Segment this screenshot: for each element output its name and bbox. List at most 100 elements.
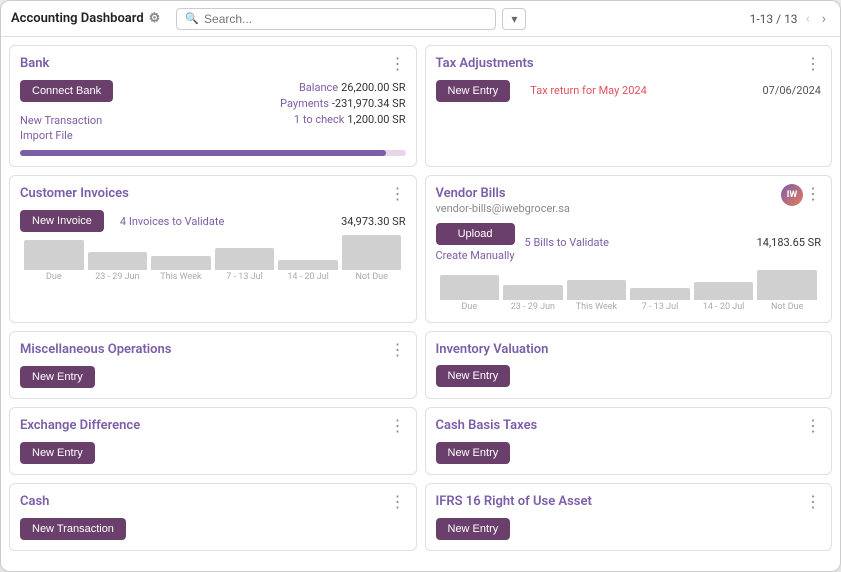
bar-due-fill bbox=[24, 240, 84, 270]
prev-page-button[interactable]: ‹ bbox=[802, 9, 814, 29]
bank-menu-icon[interactable]: ⋮ bbox=[390, 56, 406, 72]
vendor-bills-card: Vendor Bills vendor-bills@iwebgrocer.sa … bbox=[425, 175, 833, 323]
bar-thisweek-label: This Week bbox=[160, 272, 201, 282]
vendor-left: Upload Create Manually bbox=[436, 223, 515, 262]
new-transaction-link[interactable]: New Transaction bbox=[20, 114, 113, 127]
connect-bank-button[interactable]: Connect Bank bbox=[20, 80, 113, 102]
pagination: 1-13 / 13 ‹ › bbox=[750, 9, 830, 29]
payments-label[interactable]: Payments bbox=[280, 97, 329, 110]
inventory-card-header: Inventory Valuation bbox=[436, 342, 822, 357]
bar-notdue-label: Not Due bbox=[355, 272, 387, 282]
exchange-difference-card: Exchange Difference ⋮ New Entry bbox=[9, 407, 417, 475]
cash-card: Cash ⋮ New Transaction bbox=[9, 483, 417, 551]
misc-new-entry-button[interactable]: New Entry bbox=[20, 366, 95, 388]
cash-basis-menu-icon[interactable]: ⋮ bbox=[805, 418, 821, 434]
inventory-valuation-card: Inventory Valuation New Entry bbox=[425, 331, 833, 399]
bank-stats: Balance 26,200.00 SR Payments -231,970.3… bbox=[280, 80, 405, 126]
cash-new-transaction-button[interactable]: New Transaction bbox=[20, 518, 126, 540]
cash-basis-new-entry-button[interactable]: New Entry bbox=[436, 442, 511, 464]
invoices-title: Customer Invoices bbox=[20, 186, 129, 201]
misc-title: Miscellaneous Operations bbox=[20, 342, 172, 357]
vbar-thisweek-label: This Week bbox=[576, 302, 617, 312]
tax-menu-icon[interactable]: ⋮ bbox=[805, 56, 821, 72]
create-manually-link[interactable]: Create Manually bbox=[436, 249, 515, 262]
search-dropdown[interactable]: ▾ bbox=[502, 8, 526, 30]
bank-body: Connect Bank New Transaction Import File… bbox=[20, 80, 406, 142]
vbar-jul1: 7 - 13 Jul bbox=[630, 288, 690, 312]
ifrs-new-entry-button[interactable]: New Entry bbox=[436, 518, 511, 540]
ifrs-card: IFRS 16 Right of Use Asset ⋮ New Entry bbox=[425, 483, 833, 551]
misc-operations-card: Miscellaneous Operations ⋮ New Entry bbox=[9, 331, 417, 399]
upload-button[interactable]: Upload bbox=[436, 223, 515, 245]
exchange-card-header: Exchange Difference ⋮ bbox=[20, 418, 406, 434]
vendor-validate-link[interactable]: 5 Bills to Validate bbox=[525, 236, 609, 249]
vbar-jun-fill bbox=[503, 285, 563, 300]
bar-jul2: 14 - 20 Jul bbox=[278, 260, 338, 282]
vbar-jul2-fill bbox=[694, 282, 754, 300]
tax-alert-date: 07/06/2024 bbox=[762, 84, 821, 97]
vendor-menu-icon[interactable]: ⋮ bbox=[805, 186, 821, 202]
invoices-validate-link[interactable]: 4 Invoices to Validate bbox=[120, 215, 224, 228]
bar-jun-label: 23 - 29 Jun bbox=[95, 272, 139, 282]
cash-menu-icon[interactable]: ⋮ bbox=[390, 494, 406, 510]
search-bar: 🔍 bbox=[176, 8, 496, 30]
page-count: 1-13 / 13 bbox=[750, 12, 798, 26]
tax-alert-row: Tax return for May 2024 07/06/2024 bbox=[530, 84, 821, 97]
misc-menu-icon[interactable]: ⋮ bbox=[390, 342, 406, 358]
gear-icon[interactable]: ⚙ bbox=[149, 11, 161, 26]
tax-alert-area: Tax return for May 2024 07/06/2024 bbox=[530, 80, 821, 97]
bar-notdue-fill bbox=[342, 235, 402, 270]
title-text: Accounting Dashboard bbox=[11, 11, 144, 26]
bank-title: Bank bbox=[20, 56, 49, 71]
main-content: Bank ⋮ Connect Bank New Transaction Impo… bbox=[1, 37, 840, 571]
next-page-button[interactable]: › bbox=[818, 9, 830, 29]
bar-jun-fill bbox=[88, 252, 148, 270]
vbar-due: Due bbox=[440, 275, 500, 312]
vbar-jul1-label: 7 - 13 Jul bbox=[642, 302, 678, 312]
avatar: IW bbox=[781, 184, 803, 206]
inventory-title: Inventory Valuation bbox=[436, 342, 549, 357]
tax-new-entry-button[interactable]: New Entry bbox=[436, 80, 511, 102]
vendor-title-area: Vendor Bills vendor-bills@iwebgrocer.sa bbox=[436, 186, 570, 215]
bar-jul2-label: 14 - 20 Jul bbox=[287, 272, 329, 282]
to-check-label[interactable]: 1 to check bbox=[294, 113, 344, 126]
tax-card-header: Tax Adjustments ⋮ bbox=[436, 56, 822, 72]
invoices-body: New Invoice 4 Invoices to Validate 34,97… bbox=[20, 210, 406, 232]
inventory-new-entry-button[interactable]: New Entry bbox=[436, 365, 511, 387]
bar-jul1-label: 7 - 13 Jul bbox=[226, 272, 262, 282]
bar-jul2-fill bbox=[278, 260, 338, 270]
bank-card: Bank ⋮ Connect Bank New Transaction Impo… bbox=[9, 45, 417, 167]
vbar-thisweek: This Week bbox=[567, 280, 627, 312]
bar-jun: 23 - 29 Jun bbox=[88, 252, 148, 282]
vbar-notdue-fill bbox=[757, 270, 817, 300]
balance-label[interactable]: Balance bbox=[299, 81, 338, 94]
invoices-amount: 34,973.30 SR bbox=[341, 215, 405, 228]
invoices-menu-icon[interactable]: ⋮ bbox=[390, 186, 406, 202]
vbar-jun-label: 23 - 29 Jun bbox=[511, 302, 555, 312]
exchange-menu-icon[interactable]: ⋮ bbox=[390, 418, 406, 434]
bar-thisweek-fill bbox=[151, 256, 211, 270]
new-invoice-button[interactable]: New Invoice bbox=[20, 210, 104, 232]
ifrs-menu-icon[interactable]: ⋮ bbox=[805, 494, 821, 510]
vbar-jul2-label: 14 - 20 Jul bbox=[703, 302, 745, 312]
exchange-new-entry-button[interactable]: New Entry bbox=[20, 442, 95, 464]
vendor-subtitle: vendor-bills@iwebgrocer.sa bbox=[436, 202, 570, 215]
cash-basis-card-header: Cash Basis Taxes ⋮ bbox=[436, 418, 822, 434]
vendor-body: Upload Create Manually 5 Bills to Valida… bbox=[436, 223, 822, 262]
cash-basis-title: Cash Basis Taxes bbox=[436, 418, 538, 433]
vendor-title: Vendor Bills bbox=[436, 186, 570, 201]
to-check-row: 1 to check 1,200.00 SR bbox=[280, 112, 405, 126]
page-title: Accounting Dashboard ⚙ bbox=[11, 11, 160, 26]
bank-actions: New Transaction Import File bbox=[20, 114, 113, 142]
search-input[interactable] bbox=[204, 12, 487, 26]
payments-row: Payments -231,970.34 SR bbox=[280, 96, 405, 110]
bar-notdue: Not Due bbox=[342, 235, 402, 282]
vbar-notdue-label: Not Due bbox=[771, 302, 803, 312]
tax-adjustments-card: Tax Adjustments ⋮ New Entry Tax return f… bbox=[425, 45, 833, 167]
ifrs-title: IFRS 16 Right of Use Asset bbox=[436, 494, 592, 509]
bar-due: Due bbox=[24, 240, 84, 282]
vendor-chart: Due 23 - 29 Jun This Week 7 - 13 Jul bbox=[436, 272, 822, 312]
bar-due-label: Due bbox=[46, 272, 62, 282]
vendor-card-header: Vendor Bills vendor-bills@iwebgrocer.sa … bbox=[436, 186, 822, 215]
import-file-link[interactable]: Import File bbox=[20, 129, 113, 142]
